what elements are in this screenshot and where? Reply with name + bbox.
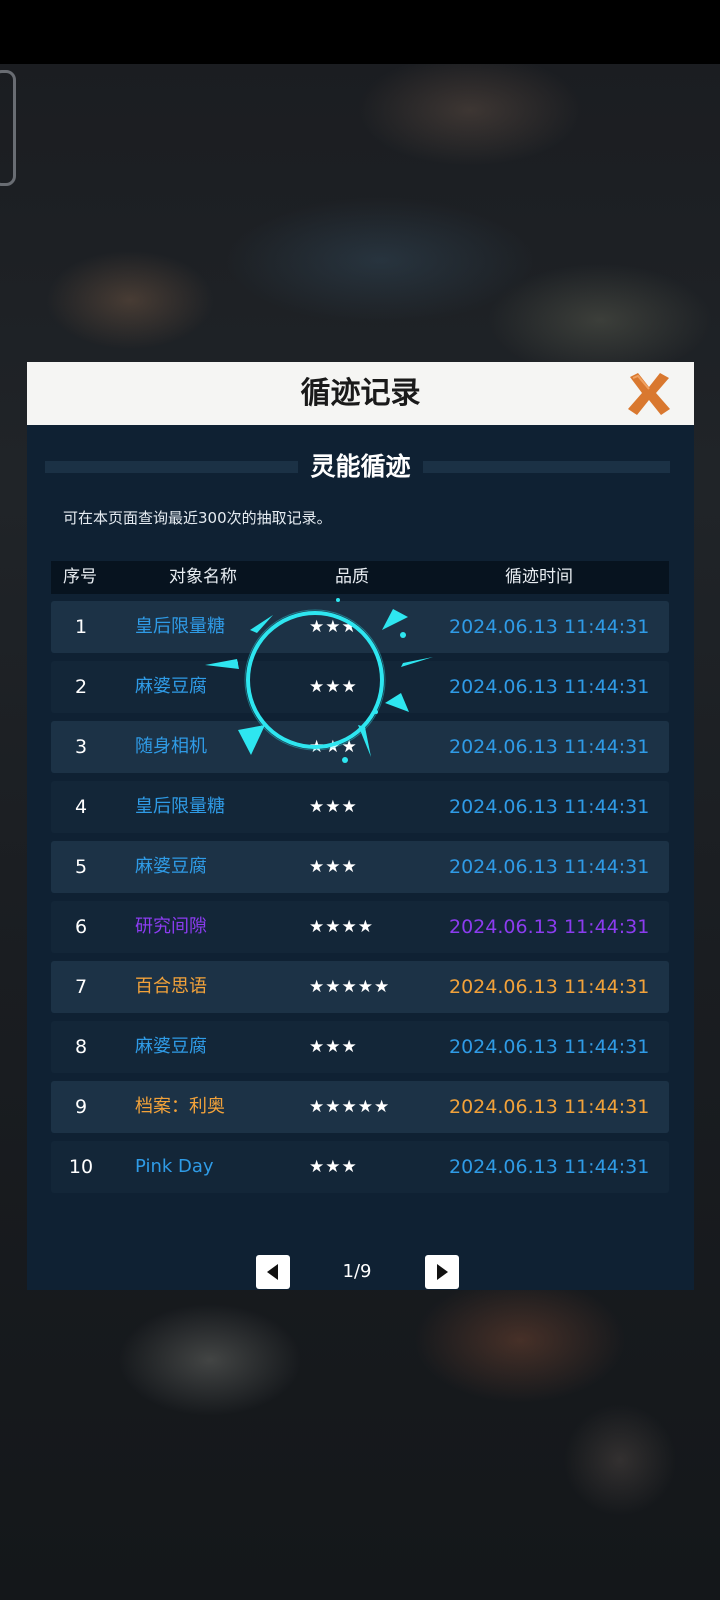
record-dialog: 循迹记录 灵能循迹 可在本页面查询最近300次的抽取记录。 序号 对象名称 品质… xyxy=(27,362,694,1290)
row-stars: ★★★★★ xyxy=(309,977,391,997)
table-row: 2 麻婆豆腐 ★★★ 2024.06.13 11:44:31 xyxy=(51,661,669,713)
table-row: 6 研究间隙 ★★★★ 2024.06.13 11:44:31 xyxy=(51,901,669,953)
close-icon xyxy=(628,373,670,415)
row-name: Pink Day xyxy=(135,1156,214,1177)
row-time: 11:44:31 xyxy=(564,616,650,638)
table-header: 序号 对象名称 品质 循迹时间 xyxy=(51,561,669,594)
row-index: 9 xyxy=(74,1096,88,1118)
hint-text: 可在本页面查询最近300次的抽取记录。 xyxy=(63,509,332,527)
table-row: 5 麻婆豆腐 ★★★ 2024.06.13 11:44:31 xyxy=(51,841,669,893)
row-index: 7 xyxy=(74,976,88,998)
row-stars: ★★★ xyxy=(309,617,358,637)
row-name: 档案：利奥 xyxy=(135,1096,225,1117)
row-stars: ★★★★★ xyxy=(309,1097,391,1117)
row-index: 6 xyxy=(74,916,88,938)
row-stars: ★★★ xyxy=(309,677,358,697)
row-date: 2024.06.13 xyxy=(449,616,558,638)
pagination: 1/9 xyxy=(27,1255,694,1289)
side-frame-decoration xyxy=(0,70,16,186)
row-index: 4 xyxy=(74,796,88,818)
row-time: 11:44:31 xyxy=(564,1036,650,1058)
triangle-left-icon xyxy=(267,1264,278,1280)
row-index: 2 xyxy=(74,676,88,698)
row-name: 研究间隙 xyxy=(135,916,207,937)
table-row: 10 Pink Day ★★★ 2024.06.13 11:44:31 xyxy=(51,1141,669,1193)
row-date: 2024.06.13 xyxy=(449,796,558,818)
header-quality: 品质 xyxy=(335,567,369,587)
row-stars: ★★★ xyxy=(309,737,358,757)
row-stars: ★★★ xyxy=(309,1157,358,1177)
row-index: 5 xyxy=(74,856,88,878)
header-name: 对象名称 xyxy=(169,567,237,587)
status-bar xyxy=(0,0,720,64)
row-name: 麻婆豆腐 xyxy=(135,676,207,697)
page-indicator: 1/9 xyxy=(342,1261,372,1282)
close-button[interactable] xyxy=(624,369,674,419)
row-date: 2024.06.13 xyxy=(449,676,558,698)
row-stars: ★★★★ xyxy=(309,917,374,937)
header-index: 序号 xyxy=(63,567,97,587)
row-name: 百合思语 xyxy=(135,976,207,997)
row-date: 2024.06.13 xyxy=(449,736,558,758)
row-index: 8 xyxy=(74,1036,88,1058)
row-time: 11:44:31 xyxy=(564,796,650,818)
row-time: 11:44:31 xyxy=(564,1156,650,1178)
row-date: 2024.06.13 xyxy=(449,856,558,878)
triangle-right-icon xyxy=(437,1264,448,1280)
row-date: 2024.06.13 xyxy=(449,976,558,998)
row-stars: ★★★ xyxy=(309,797,358,817)
row-time: 11:44:31 xyxy=(564,676,650,698)
row-date: 2024.06.13 xyxy=(449,1156,558,1178)
row-name: 麻婆豆腐 xyxy=(135,1036,207,1057)
table-row: 1 皇后限量糖 ★★★ 2024.06.13 11:44:31 xyxy=(51,601,669,653)
dialog-title: 循迹记录 xyxy=(300,376,421,411)
table-row: 8 麻婆豆腐 ★★★ 2024.06.13 11:44:31 xyxy=(51,1021,669,1073)
row-time: 11:44:31 xyxy=(564,856,650,878)
section-title: 灵能循迹 xyxy=(27,447,694,487)
prev-page-button[interactable] xyxy=(256,1255,290,1289)
row-time: 11:44:31 xyxy=(564,1096,650,1118)
row-stars: ★★★ xyxy=(309,857,358,877)
row-name: 麻婆豆腐 xyxy=(135,856,207,877)
dialog-body: 灵能循迹 可在本页面查询最近300次的抽取记录。 序号 对象名称 品质 循迹时间… xyxy=(27,425,694,1290)
row-date: 2024.06.13 xyxy=(449,1036,558,1058)
next-page-button[interactable] xyxy=(425,1255,459,1289)
dialog-header: 循迹记录 xyxy=(27,362,694,426)
row-date: 2024.06.13 xyxy=(449,1096,558,1118)
row-date: 2024.06.13 xyxy=(449,916,558,938)
row-index: 3 xyxy=(74,736,88,758)
row-name: 皇后限量糖 xyxy=(135,796,225,817)
table-row: 7 百合思语 ★★★★★ 2024.06.13 11:44:31 xyxy=(51,961,669,1013)
row-name: 随身相机 xyxy=(135,736,207,757)
row-time: 11:44:31 xyxy=(564,976,650,998)
row-time: 11:44:31 xyxy=(564,736,650,758)
row-time: 11:44:31 xyxy=(564,916,650,938)
table-row: 4 皇后限量糖 ★★★ 2024.06.13 11:44:31 xyxy=(51,781,669,833)
row-name: 皇后限量糖 xyxy=(135,616,225,637)
header-time: 循迹时间 xyxy=(505,567,573,587)
row-stars: ★★★ xyxy=(309,1037,358,1057)
row-index: 1 xyxy=(74,616,88,638)
row-index: 10 xyxy=(68,1156,94,1178)
table-row: 9 档案：利奥 ★★★★★ 2024.06.13 11:44:31 xyxy=(51,1081,669,1133)
table-row: 3 随身相机 ★★★ 2024.06.13 11:44:31 xyxy=(51,721,669,773)
